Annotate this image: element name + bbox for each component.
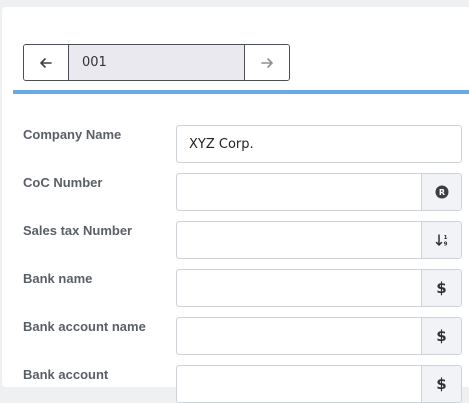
sort-numeric-down-icon: 1 9 (435, 234, 447, 248)
bank-name-input[interactable] (177, 270, 421, 306)
registered-icon: R (435, 185, 448, 199)
bank-account-name-label: Bank account name (23, 319, 146, 334)
arrow-left-icon (40, 57, 52, 68)
bank-account-row: Bank account $ (23, 365, 469, 403)
sales-tax-number-input[interactable] (177, 222, 421, 258)
company-name-label: Company Name (23, 127, 122, 142)
sales-tax-number-addon: 1 9 (421, 222, 461, 258)
bank-account-input[interactable] (177, 366, 421, 402)
section-divider (13, 90, 469, 94)
arrow-right-icon (261, 57, 273, 68)
previous-record-button[interactable] (24, 45, 69, 80)
bank-name-row: Bank name $ (23, 269, 469, 307)
record-number: 001 (69, 45, 244, 80)
dollar-icon: $ (436, 279, 447, 297)
company-name-input[interactable] (177, 126, 461, 162)
coc-number-label: CoC Number (23, 175, 103, 190)
bank-account-name-row: Bank account name $ (23, 317, 469, 355)
bank-account-name-input[interactable] (177, 318, 421, 354)
bank-name-label: Bank name (23, 271, 93, 286)
dollar-icon: $ (436, 327, 447, 345)
dollar-icon: $ (436, 375, 447, 393)
bank-account-name-addon: $ (421, 318, 461, 354)
bank-name-addon: $ (421, 270, 461, 306)
company-name-row: Company Name (23, 125, 469, 163)
sales-tax-number-row: Sales tax Number 1 9 (23, 221, 469, 259)
svg-text:9: 9 (443, 242, 447, 248)
coc-number-input[interactable] (177, 174, 421, 210)
sales-tax-number-label: Sales tax Number (23, 223, 133, 238)
bank-account-label: Bank account (23, 367, 109, 382)
coc-number-row: CoC Number R (23, 173, 469, 211)
coc-number-addon: R (421, 174, 461, 210)
bank-account-addon: $ (421, 366, 461, 402)
svg-text:R: R (438, 188, 444, 197)
next-record-button[interactable] (244, 45, 289, 80)
svg-text:1: 1 (443, 235, 447, 241)
record-pager: 001 (23, 44, 290, 81)
